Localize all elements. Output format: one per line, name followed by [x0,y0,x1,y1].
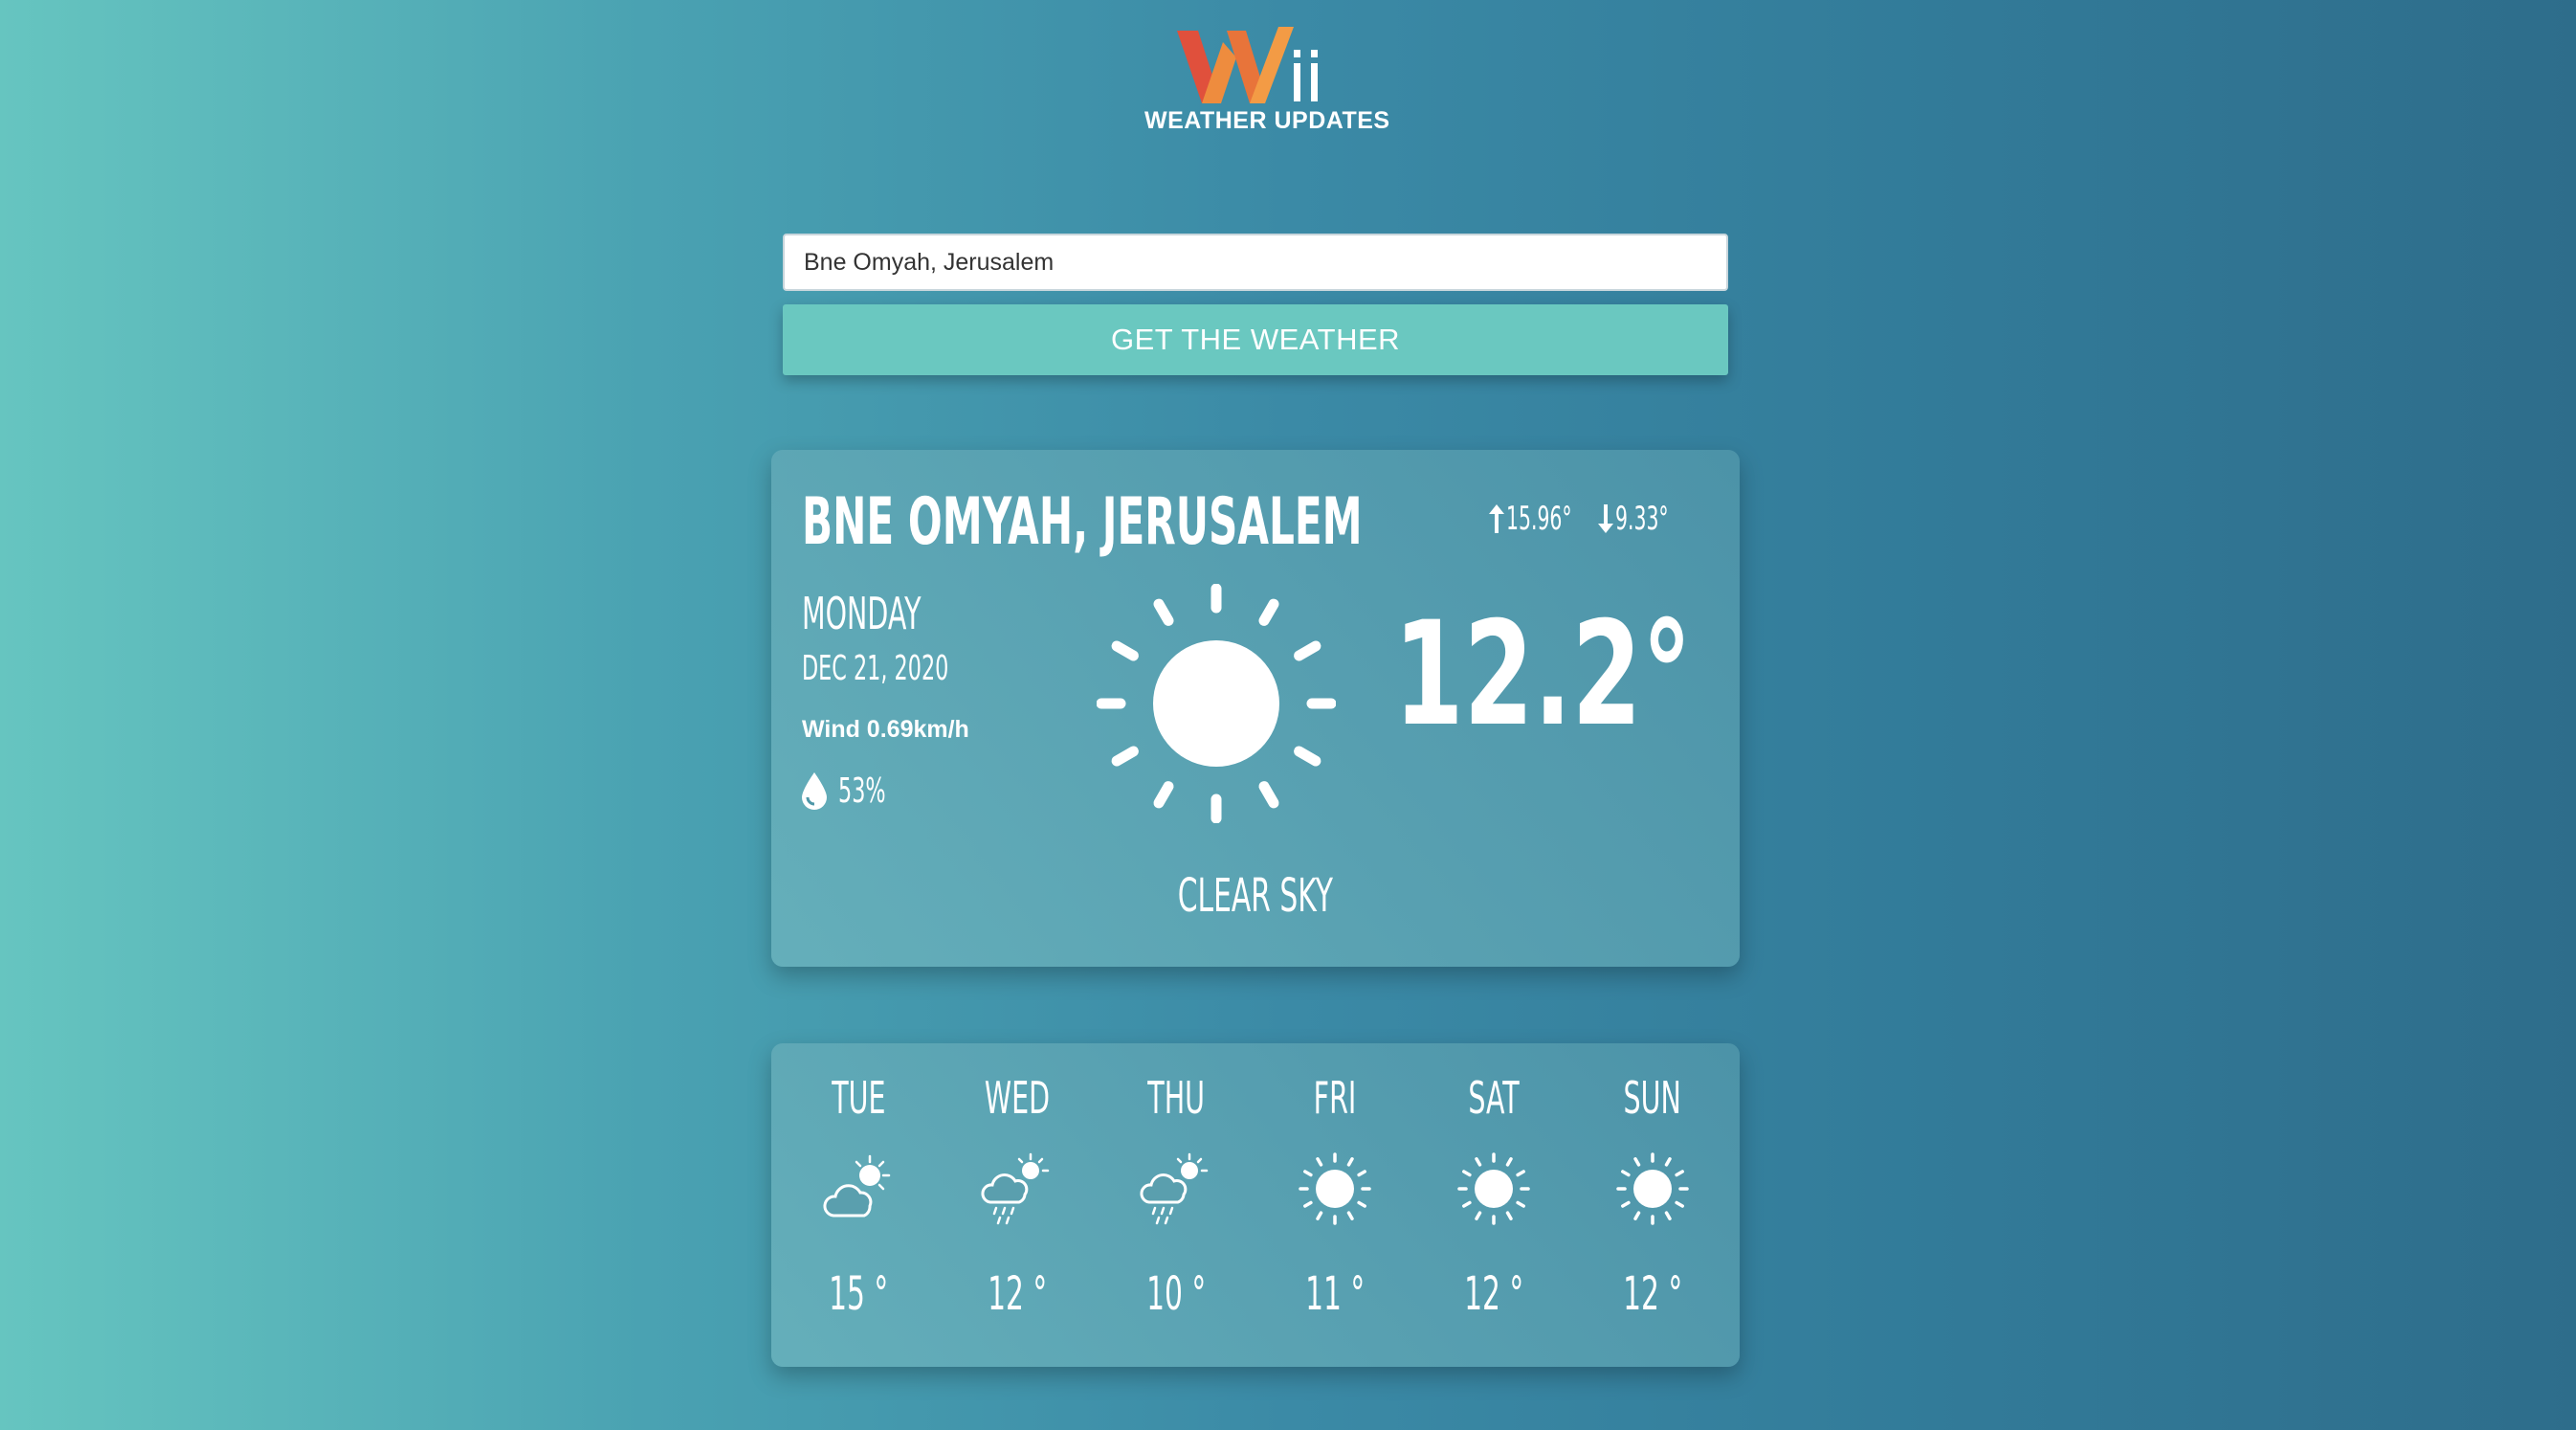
arrow-up-icon [1489,504,1504,533]
temp-min: 9.33° [1615,500,1669,538]
forecast-temp: 12 ° [1622,1267,1683,1321]
rain-sun-icon [981,1152,1050,1225]
forecast-day: SUN 12 ° [1573,1043,1732,1367]
forecast-day-label: SAT [1468,1072,1520,1124]
forecast-day-label: THU [1147,1072,1205,1124]
sun-icon [1457,1152,1530,1225]
forecast-temp: 15 ° [828,1267,889,1321]
weather-condition: CLEAR SKY [1177,869,1334,923]
humidity: 53% [800,771,915,811]
partly-cloudy-icon [823,1154,891,1218]
forecast-day: FRI 11 ° [1255,1043,1414,1367]
logo-mark-icon [1177,27,1318,103]
forecast-day-label: TUE [831,1072,886,1124]
brand-logo: WEATHER UPDATES [1144,23,1390,140]
temp-max: 15.96° [1506,500,1572,538]
sun-icon [1097,584,1336,823]
brand-tagline: WEATHER UPDATES [1144,107,1390,134]
water-drop-icon [802,771,827,810]
sun-icon [1299,1152,1371,1225]
forecast-temp: 11 ° [1304,1267,1366,1321]
date-text: DEC 21, 2020 [802,649,949,688]
forecast-day: SAT 12 ° [1414,1043,1573,1367]
current-temperature: 12.2° [1393,592,1692,758]
get-weather-button[interactable]: GET THE WEATHER [783,304,1728,375]
forecast-temp: 12 ° [1463,1267,1524,1321]
temp-range: 15.96° 9.33° [1489,500,1686,538]
forecast-temp: 10 ° [1145,1267,1207,1321]
forecast-day-label: WED [984,1072,1051,1124]
sun-icon [1616,1152,1689,1225]
current-weather-card: BNE OMYAH, JERUSALEM 15.96° 9.33° MONDAY… [771,450,1740,967]
city-name: BNE OMYAH, JERUSALEM [802,484,1363,560]
forecast-day-label: SUN [1623,1072,1682,1124]
arrow-down-icon [1598,504,1613,533]
forecast-day: THU 10 ° [1097,1043,1255,1367]
forecast-day: WED 12 ° [938,1043,1097,1367]
wind-speed: Wind 0.69km/h [802,716,969,743]
forecast-day-label: FRI [1313,1072,1357,1124]
location-search-input[interactable] [783,234,1728,291]
forecast-day: TUE 15 ° [779,1043,938,1367]
forecast-temp: 12 ° [987,1267,1048,1321]
humidity-value: 53% [838,771,886,811]
forecast-card: TUE 15 ° WED 12 ° THU 10 ° FRI 11 ° SAT … [771,1043,1740,1367]
rain-sun-icon [1140,1152,1209,1225]
day-name: MONDAY [802,588,922,639]
